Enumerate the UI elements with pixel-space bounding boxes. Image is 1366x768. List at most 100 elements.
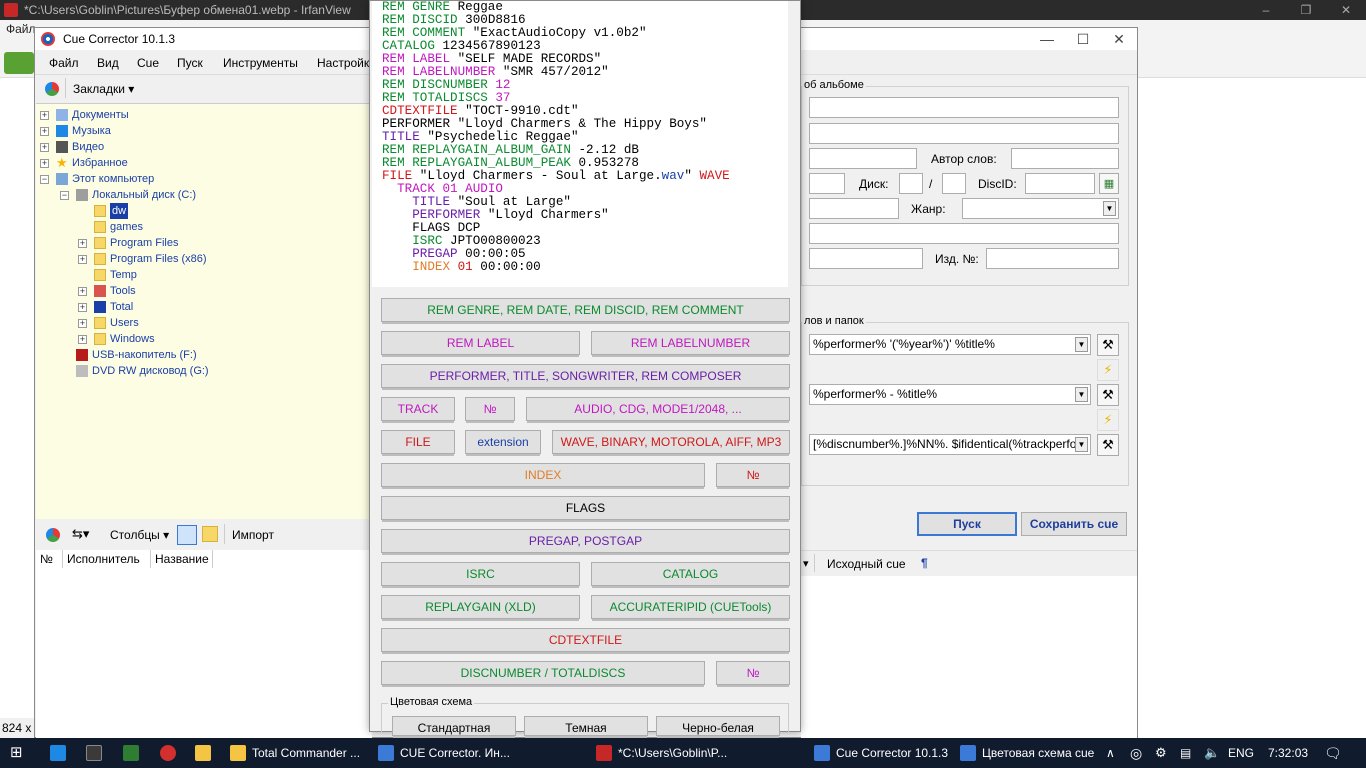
replaygain-button[interactable]: REPLAYGAIN (XLD)	[381, 595, 580, 621]
col-performer[interactable]: Исполнитель	[63, 550, 151, 568]
tree-expander[interactable]: +	[40, 111, 49, 120]
wave-button[interactable]: WAVE, BINARY, MOTOROLA, AIFF, MP3	[552, 430, 790, 456]
tree-item[interactable]: Избранное	[72, 155, 128, 171]
clock[interactable]: 7:32:03	[1268, 738, 1308, 768]
lightning-icon[interactable]: ⚡	[1097, 409, 1119, 431]
rem-labelnumber-button[interactable]: REM LABELNUMBER	[591, 331, 790, 357]
chevron-down-icon[interactable]: ▼	[1075, 337, 1088, 352]
columns-button[interactable]: Столбцы ▾	[110, 528, 169, 542]
tree-expander[interactable]: +	[40, 159, 49, 168]
isrc-button[interactable]: ISRC	[381, 562, 580, 588]
save-cue-button[interactable]: Сохранить cue	[1021, 512, 1127, 536]
notifications-icon[interactable]: 🗨	[1324, 738, 1342, 768]
scheme-bw-button[interactable]: Черно-белая	[656, 716, 780, 738]
tree-item[interactable]: Документы	[72, 107, 129, 123]
tree-item[interactable]: Этот компьютер	[72, 171, 154, 187]
tree-item[interactable]: dw	[110, 203, 129, 219]
list-view-icon[interactable]	[177, 525, 197, 545]
album-field-1[interactable]	[809, 97, 1119, 118]
col-title[interactable]: Название	[151, 550, 213, 568]
col-number[interactable]: №	[36, 550, 63, 568]
scheme-standard-button[interactable]: Стандартная	[392, 716, 516, 738]
settings-icon[interactable]: ⚙	[1155, 738, 1167, 768]
tree-item[interactable]: Users	[110, 315, 139, 331]
tray-app-icon[interactable]: ◎	[1130, 738, 1142, 768]
maximize-button[interactable]: ☐	[1065, 28, 1101, 50]
scheme-dark-button[interactable]: Темная	[524, 716, 648, 738]
tree-expander[interactable]: +	[40, 143, 49, 152]
index-button[interactable]: INDEX	[381, 463, 705, 489]
tree-expander[interactable]: +	[78, 255, 87, 264]
tree-expander[interactable]: +	[78, 239, 87, 248]
album-field-2[interactable]	[809, 123, 1119, 144]
close-button[interactable]: ✕	[1101, 28, 1137, 50]
performer-button[interactable]: PERFORMER, TITLE, SONGWRITER, REM COMPOS…	[381, 364, 790, 390]
tree-item[interactable]: Видео	[72, 139, 104, 155]
disc-number-field[interactable]	[899, 173, 923, 194]
tree-item[interactable]: USB-накопитель (F:)	[92, 347, 197, 363]
discnumber-button[interactable]: DISCNUMBER / TOTALDISCS	[381, 661, 705, 687]
menu-file[interactable]: Файл	[49, 56, 79, 70]
rem-label-button[interactable]: REM LABEL	[381, 331, 580, 357]
folder-view-icon[interactable]	[202, 526, 218, 542]
menu-start[interactable]: Пуск	[177, 56, 203, 70]
explorer-icon[interactable]	[195, 745, 211, 761]
calculator-icon[interactable]: ▦	[1099, 173, 1119, 194]
pattern-field-1[interactable]: %performer% '('%year%')' %title% ▼	[809, 334, 1091, 355]
field-short[interactable]	[809, 173, 845, 194]
start-button[interactable]: Пуск	[917, 512, 1017, 536]
quick-launch-icon[interactable]	[50, 745, 66, 761]
audio-button[interactable]: AUDIO, CDG, MODE1/2048, ...	[526, 397, 790, 423]
menu-tools[interactable]: Инструменты	[223, 56, 298, 70]
tools-icon[interactable]: ⚒	[1097, 434, 1119, 456]
track-number-button[interactable]: №	[465, 397, 515, 423]
chevron-down-icon[interactable]: ▼	[1075, 387, 1088, 402]
total-discs-field[interactable]	[942, 173, 966, 194]
tree-item[interactable]: games	[110, 219, 143, 235]
genre-select[interactable]: ▼	[962, 198, 1119, 219]
tray-chevron-icon[interactable]: ∧	[1106, 738, 1115, 768]
taskbar-app-button[interactable]: Cue Corrector 10.1.3	[836, 738, 948, 768]
tree-item[interactable]: Локальный диск (C:)	[92, 187, 196, 203]
discid-field[interactable]	[1025, 173, 1095, 194]
menu-settings[interactable]: Настройк	[317, 56, 369, 70]
year-field[interactable]	[809, 148, 917, 169]
lightning-icon[interactable]: ⚡	[1097, 359, 1119, 381]
pattern-field-2[interactable]: %performer% - %title% ▼	[809, 384, 1091, 405]
tree-item[interactable]: Program Files (x86)	[110, 251, 207, 267]
tree-item[interactable]: Windows	[110, 331, 155, 347]
refresh-icon[interactable]	[45, 82, 59, 96]
app-icon[interactable]	[123, 745, 139, 761]
index-number-button[interactable]: №	[716, 463, 790, 489]
accuraterip-button[interactable]: ACCURATERIPID (CUETools)	[591, 595, 790, 621]
comment-field[interactable]	[809, 223, 1119, 244]
rem-genre-button[interactable]: REM GENRE, REM DATE, REM DISCID, REM COM…	[381, 298, 790, 324]
tree-item[interactable]: DVD RW дисковод (G:)	[92, 363, 209, 379]
minimize-button[interactable]: –	[1246, 0, 1286, 20]
tree-expander[interactable]: +	[78, 319, 87, 328]
tree-item[interactable]: Total	[110, 299, 133, 315]
chevron-down-icon[interactable]: ▾	[803, 557, 809, 570]
sort-icon[interactable]: ⇆▾	[72, 526, 89, 542]
network-icon[interactable]: ▤	[1180, 738, 1191, 768]
tools-icon[interactable]: ⚒	[1097, 334, 1119, 356]
tree-expander[interactable]: +	[40, 127, 49, 136]
bookmarks-button[interactable]: Закладки ▾	[73, 82, 134, 96]
tree-expander[interactable]: +	[78, 303, 87, 312]
tree-expander[interactable]: −	[40, 175, 49, 184]
taskbar-app-button[interactable]: Цветовая схема cue	[982, 738, 1094, 768]
tree-item[interactable]: Temp	[110, 267, 137, 283]
open-folder-icon[interactable]	[4, 52, 34, 74]
tree-expander[interactable]: +	[78, 335, 87, 344]
chevron-down-icon[interactable]: ▼	[1103, 201, 1116, 216]
taskbar-app-button[interactable]: Total Commander ...	[252, 738, 360, 768]
date-field[interactable]	[809, 198, 899, 219]
tree-expander[interactable]: +	[78, 287, 87, 296]
pilcrow-icon[interactable]: ¶	[921, 556, 928, 570]
tree-expander[interactable]: −	[60, 191, 69, 200]
windows-start-icon[interactable]: ⊞	[10, 745, 23, 761]
tools-icon[interactable]: ⚒	[1097, 384, 1119, 406]
pattern-field-3[interactable]: [%discnumber%.]%NN%. $ifidentical(%track…	[809, 434, 1091, 455]
import-button[interactable]: Импорт	[232, 528, 274, 542]
cdtextfile-button[interactable]: CDTEXTFILE	[381, 628, 790, 654]
